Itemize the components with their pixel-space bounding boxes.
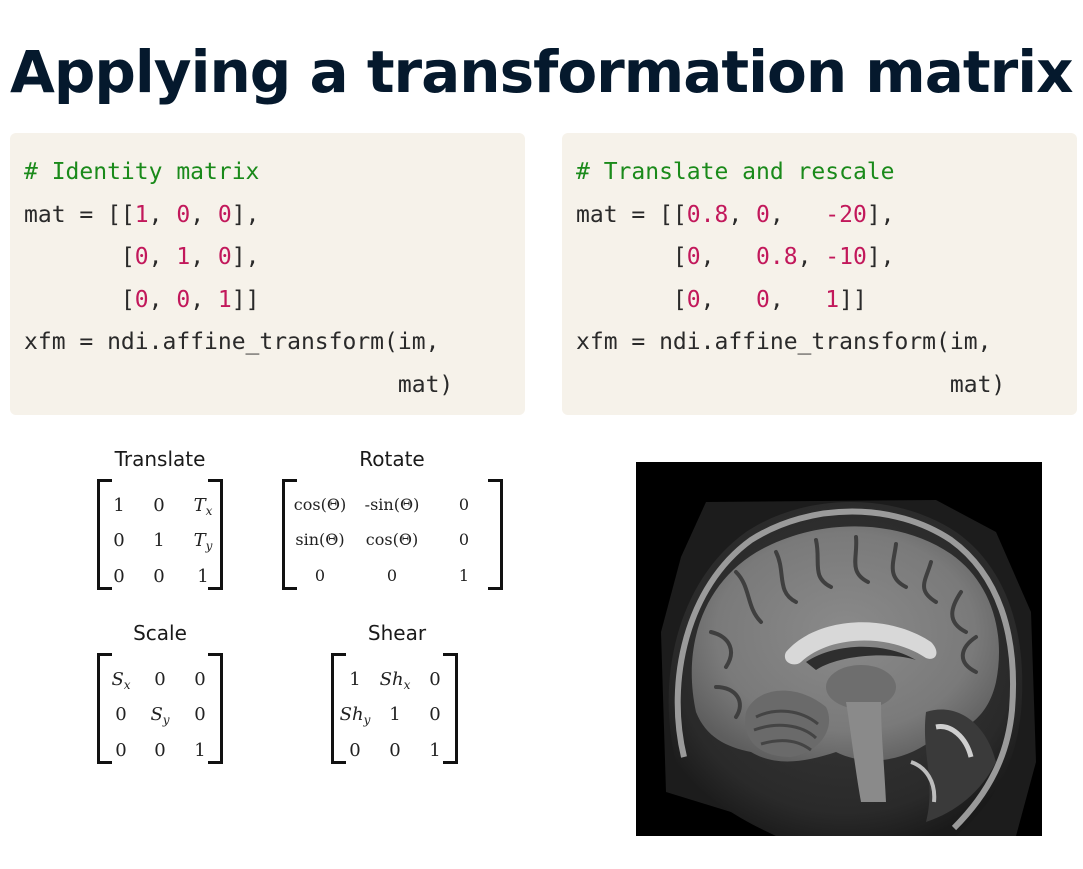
matrix-cell: 1 bbox=[194, 739, 206, 761]
code-number: 0 bbox=[686, 286, 701, 313]
code-text: , bbox=[148, 201, 177, 228]
code-line: xfm = ndi.affine_transform(im, bbox=[24, 321, 511, 364]
code-number: -10 bbox=[825, 244, 867, 270]
code-line: xfm = ndi.affine_transform(im, bbox=[576, 321, 1063, 364]
code-line: # Identity matrix bbox=[24, 151, 511, 194]
code-text: xfm = ndi.affine_transform(im, bbox=[576, 329, 992, 355]
matrix-symbol: S bbox=[111, 668, 124, 690]
code-line: mat = [[0.8, 0, -20], bbox=[576, 194, 1063, 237]
code-text: ]] bbox=[231, 286, 260, 313]
code-text: , bbox=[700, 286, 757, 313]
code-line: [0, 0, 1]] bbox=[24, 279, 511, 322]
code-number: 0 bbox=[134, 244, 149, 270]
translate-matrix: 1 0 Tx 0 1 Ty 0 0 1 bbox=[97, 479, 223, 590]
matrix-cell: Tx bbox=[168, 495, 238, 518]
matrix-cell: 1 bbox=[458, 565, 470, 585]
shear-matrix: 1 Shx 0 Shy 1 0 0 0 1 bbox=[331, 653, 458, 764]
code-text: , bbox=[700, 244, 757, 270]
slide-title: Applying a transformation matrix bbox=[10, 38, 1073, 106]
scale-matrix: Sx 0 0 0 Sy 0 0 0 1 bbox=[97, 653, 223, 764]
code-number: 0.8 bbox=[686, 201, 729, 228]
matrix-cell: 1 bbox=[429, 739, 441, 761]
matrix-cell: cos(Θ) bbox=[365, 530, 419, 550]
rotate-matrix: cos(Θ) -sin(Θ) 0 sin(Θ) cos(Θ) 0 0 0 1 bbox=[282, 479, 503, 590]
code-number: 1 bbox=[134, 201, 149, 228]
brain-mri-image bbox=[636, 462, 1042, 836]
matrix-cell: 1 bbox=[197, 565, 209, 587]
code-line: mat = [[1, 0, 0], bbox=[24, 194, 511, 237]
code-text: , bbox=[797, 244, 826, 270]
translate-label: Translate bbox=[114, 447, 206, 471]
code-text: , bbox=[148, 286, 177, 313]
matrix-cell: 0 bbox=[458, 494, 470, 514]
code-number: 0 bbox=[176, 286, 191, 313]
code-number: -20 bbox=[825, 201, 867, 228]
matrix-symbol: T bbox=[193, 494, 206, 516]
code-text: ], bbox=[231, 244, 260, 270]
brain-mri-drawing bbox=[661, 500, 1036, 836]
matrix-cell: Ty bbox=[168, 530, 238, 553]
code-text: , bbox=[728, 201, 757, 228]
matrix-cell: sin(Θ) bbox=[295, 530, 345, 550]
code-text: mat = [[ bbox=[576, 201, 687, 228]
code-text: ]] bbox=[839, 286, 867, 313]
matrix-cell: 0 bbox=[194, 704, 206, 726]
code-number: 1 bbox=[825, 286, 840, 313]
matrix-subscript: x bbox=[205, 503, 213, 518]
code-text: mat = [[ bbox=[24, 201, 135, 228]
matrix-cell: -sin(Θ) bbox=[364, 494, 420, 514]
matrix-cell: cos(Θ) bbox=[293, 494, 347, 514]
matrix-cell: 0 bbox=[429, 668, 441, 690]
code-text: mat) bbox=[24, 371, 454, 398]
code-number: 0 bbox=[756, 286, 770, 313]
code-block-translate-rescale: # Translate and rescale mat = [[0.8, 0, -… bbox=[562, 133, 1077, 415]
matrix-symbol: T bbox=[193, 530, 206, 552]
code-comment: # Translate and rescale bbox=[576, 159, 895, 185]
code-text: , bbox=[769, 201, 826, 228]
code-text: , bbox=[769, 286, 826, 313]
code-number: 0 bbox=[217, 244, 232, 270]
code-text: , bbox=[148, 244, 177, 270]
shear-label: Shear bbox=[367, 621, 427, 645]
code-number: 0 bbox=[176, 201, 191, 228]
rotate-label: Rotate bbox=[359, 447, 425, 471]
code-text: [ bbox=[24, 286, 135, 313]
code-text: xfm = ndi.affine_transform(im, bbox=[24, 329, 440, 355]
code-block-identity: # Identity matrix mat = [[1, 0, 0], [0, 1… bbox=[10, 133, 525, 415]
code-number: 1 bbox=[217, 286, 232, 313]
code-number: 0 bbox=[134, 286, 149, 313]
code-text: ], bbox=[231, 201, 260, 228]
code-text: , bbox=[190, 286, 218, 313]
code-text: mat) bbox=[576, 371, 1006, 398]
code-line: [0, 0.8, -10], bbox=[576, 236, 1063, 279]
matrix-cell: 0 bbox=[314, 565, 326, 585]
code-text: [ bbox=[576, 286, 687, 313]
code-line: mat) bbox=[576, 364, 1063, 407]
code-line: [0, 1, 0], bbox=[24, 236, 511, 279]
code-text: , bbox=[190, 244, 218, 270]
matrix-cell: 0 bbox=[194, 668, 206, 690]
code-line: mat) bbox=[24, 364, 511, 407]
matrix-subscript: y bbox=[205, 539, 213, 554]
code-text: [ bbox=[576, 244, 687, 270]
code-line: # Translate and rescale bbox=[576, 151, 1063, 194]
matrix-cell: 0 bbox=[386, 565, 398, 585]
code-text: ], bbox=[866, 201, 895, 228]
code-number: 0.8 bbox=[756, 244, 798, 270]
matrix-cell: 0 bbox=[458, 530, 470, 550]
matrix-cell: 0 bbox=[429, 704, 441, 726]
matrix-symbol: S bbox=[150, 704, 163, 726]
code-text: , bbox=[190, 201, 218, 228]
code-number: 1 bbox=[176, 244, 191, 270]
code-text: [ bbox=[24, 244, 135, 270]
scale-label: Scale bbox=[133, 621, 187, 645]
code-text: ], bbox=[866, 244, 895, 270]
code-line: [0, 0, 1]] bbox=[576, 279, 1063, 322]
code-number: 0 bbox=[756, 201, 770, 228]
code-comment: # Identity matrix bbox=[24, 159, 260, 185]
code-number: 0 bbox=[686, 244, 701, 270]
code-number: 0 bbox=[217, 201, 232, 228]
